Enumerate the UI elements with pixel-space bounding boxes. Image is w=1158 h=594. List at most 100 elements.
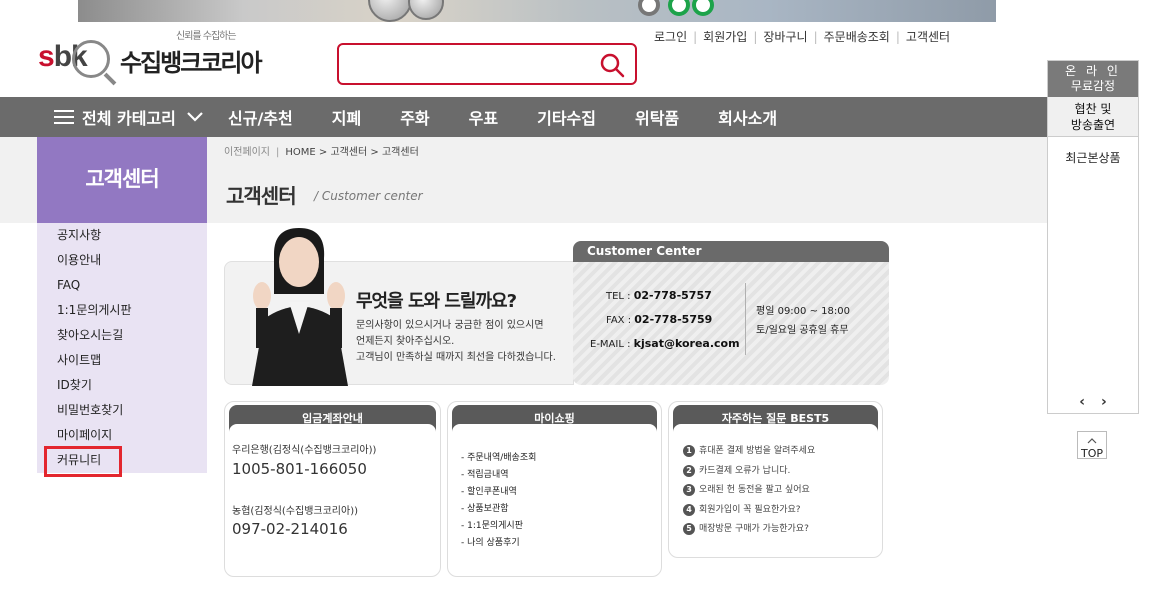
divider: |: [276, 147, 280, 158]
divider: [745, 283, 746, 355]
nav-item-stamps[interactable]: 우표: [469, 105, 498, 129]
nav-item-banknotes[interactable]: 지폐: [332, 105, 361, 129]
nav-item-consignment[interactable]: 위탁품: [635, 105, 679, 129]
tel-row: TEL : 02-778-5757: [606, 289, 712, 302]
sponsor-button[interactable]: 협찬 및 방송출연: [1048, 97, 1138, 137]
all-category-label: 전체 카테고리: [82, 109, 176, 128]
bank-name: 우리은행(김정식(수집뱅크코리아)): [232, 445, 377, 456]
link-order-tracking[interactable]: 주문배송조회: [824, 30, 890, 44]
myshop-item-coupons[interactable]: - 할인쿠폰내역: [461, 484, 536, 501]
deposit-box: 입금계좌안내: [224, 401, 441, 577]
search-icon[interactable]: [599, 52, 625, 78]
sidebar-item-notice[interactable]: 공지사항: [37, 223, 207, 248]
chevron-left-icon[interactable]: ‹: [1079, 394, 1085, 410]
sidebar-title: 고객센터: [37, 137, 207, 223]
all-category-button[interactable]: 전체 카테고리: [54, 97, 204, 137]
recent-products-pager: ‹ ›: [1047, 394, 1139, 410]
back-link[interactable]: 이전페이지: [224, 147, 270, 158]
top-label: TOP: [1080, 447, 1103, 460]
bank-name: 농협(김정식(수집뱅크코리아)): [232, 506, 359, 517]
page-subtitle: / Customer center: [314, 189, 423, 203]
sponsor-line: 협찬 및: [1074, 102, 1112, 116]
scroll-top-button[interactable]: TOP: [1077, 431, 1107, 460]
link-login[interactable]: 로그인: [654, 30, 687, 44]
faq-number: 3: [683, 484, 695, 496]
nav-item-about[interactable]: 회사소개: [718, 105, 777, 129]
tel-label: TEL :: [606, 291, 631, 302]
faq-text: 매장방문 구매가 가능한가요?: [699, 524, 809, 534]
faq-text: 오래된 헌 동전을 팔고 싶어요: [699, 485, 810, 495]
myshop-list: - 주문내역/배송조회 - 적립금내역 - 할인쿠폰내역 - 상품보관함 - 1…: [461, 450, 536, 552]
email-value[interactable]: kjsat@korea.com: [634, 337, 740, 350]
ring-graphic: [668, 0, 690, 16]
tab-shape: [229, 424, 436, 434]
faq-item[interactable]: 1 휴대폰 결제 방법을 알려주세요: [683, 442, 815, 462]
page-title: 고객센터: [226, 184, 297, 208]
sidebar-menu: 공지사항 이용안내 FAQ 1:1문의게시판 찾아오시는길 사이트맵 ID찾기 …: [37, 223, 207, 473]
myshop-item-points[interactable]: - 적립금내역: [461, 467, 536, 484]
nav-item-coins[interactable]: 주화: [400, 105, 429, 129]
help-line: 고객님이 만족하실 때까지 최선을 다하겠습니다.: [356, 352, 556, 363]
sidebar-item-mypage[interactable]: 마이페이지: [37, 423, 207, 448]
tel-value: 02-778-5757: [633, 289, 712, 302]
sidebar-item-find-password[interactable]: 비밀번호찾기: [37, 398, 207, 423]
faq-item[interactable]: 2 카드결제 오류가 납니다.: [683, 462, 815, 482]
account-number: 097-02-214016: [232, 520, 348, 538]
sidebar-item-guide[interactable]: 이용안내: [37, 248, 207, 273]
logo-s: s: [38, 40, 55, 73]
chevron-up-icon: [1087, 438, 1097, 444]
link-join[interactable]: 회원가입: [703, 30, 747, 44]
myshop-item-qna[interactable]: - 1:1문의게시판: [461, 518, 536, 535]
coin-image: [408, 0, 444, 20]
help-line: 문의사항이 있으시거나 궁금한 점이 있으시면: [356, 320, 544, 331]
nav-item-new[interactable]: 신규/추천: [228, 105, 293, 129]
search-input[interactable]: [337, 43, 637, 85]
logo-korean: 수집뱅크코리아: [120, 49, 263, 77]
account-number: 1005-801-166050: [232, 460, 367, 478]
divider: |: [895, 30, 900, 44]
main-nav: 전체 카테고리 신규/추천 지폐 주화 우표 기타수집 위탁품 회사소개: [0, 97, 1047, 137]
sidebar-item-faq[interactable]: FAQ: [37, 273, 207, 298]
divider: |: [813, 30, 818, 44]
tab-shape: [452, 424, 657, 434]
hamburger-icon: [54, 110, 74, 124]
faq-item[interactable]: 4 회원가입이 꼭 필요한가요?: [683, 501, 815, 521]
faq-item[interactable]: 3 오래된 헌 동전을 팔고 싶어요: [683, 481, 815, 501]
appraisal-line: 무료감정: [1070, 79, 1116, 93]
chevron-right-icon[interactable]: ›: [1101, 394, 1107, 410]
free-appraisal-button[interactable]: 온 라 인 무료감정: [1048, 61, 1138, 97]
faq-list: 1 휴대폰 결제 방법을 알려주세요 2 카드결제 오류가 납니다. 3 오래된 헌 …: [683, 442, 815, 540]
ring-graphic: [638, 0, 660, 16]
sidebar-item-sitemap[interactable]: 사이트맵: [37, 348, 207, 373]
link-customer-center[interactable]: 고객센터: [906, 30, 950, 44]
faq-text: 회원가입이 꼭 필요한가요?: [699, 504, 801, 515]
help-line: 언제든지 찾아주십시오.: [356, 336, 455, 347]
faq-text: 휴대폰 결제 방법을 알려주세요: [699, 446, 816, 456]
myshop-item-wishlist[interactable]: - 상품보관함: [461, 501, 536, 518]
page-root: 신뢰를 수집하는 sbk 수집뱅크코리아 로그인 | 회원가입 | 장바구니 | 주문배송조…: [0, 0, 1158, 594]
sidebar-item-find-id[interactable]: ID찾기: [37, 373, 207, 398]
chevron-down-icon: [187, 112, 203, 122]
faq-number: 4: [683, 503, 695, 516]
logo-tagline: 신뢰를 수집하는: [176, 31, 237, 42]
link-cart[interactable]: 장바구니: [763, 30, 807, 44]
site-logo[interactable]: 신뢰를 수집하는 sbk 수집뱅크코리아: [38, 30, 298, 90]
sidebar-item-location[interactable]: 찾아오시는길: [37, 323, 207, 348]
coin-image: [368, 0, 412, 22]
divider: |: [753, 30, 758, 44]
top-banner[interactable]: [78, 0, 996, 22]
myshop-item-orders[interactable]: - 주문내역/배송조회: [461, 450, 536, 467]
faq-number: 1: [683, 445, 695, 457]
breadcrumb: 이전페이지 | HOME > 고객센터 > 고객센터: [224, 143, 419, 158]
nav-item-other[interactable]: 기타수집: [537, 105, 596, 129]
support-agent-image: [252, 228, 348, 386]
sidebar-item-qna[interactable]: 1:1문의게시판: [37, 298, 207, 323]
magnifier-icon: [72, 40, 110, 78]
help-description: 문의사항이 있으시거나 궁금한 점이 있으시면 언제든지 찾아주십시오. 고객님…: [356, 318, 556, 366]
email-label: E-MAIL :: [590, 339, 631, 350]
ring-graphic: [692, 0, 714, 16]
myshop-item-reviews[interactable]: - 나의 상품후기: [461, 535, 536, 552]
faq-number: 5: [683, 523, 695, 535]
right-quick-panel: 온 라 인 무료감정 협찬 및 방송출연 최근본상품: [1047, 60, 1139, 414]
faq-item[interactable]: 5 매장방문 구매가 가능한가요?: [683, 520, 815, 540]
